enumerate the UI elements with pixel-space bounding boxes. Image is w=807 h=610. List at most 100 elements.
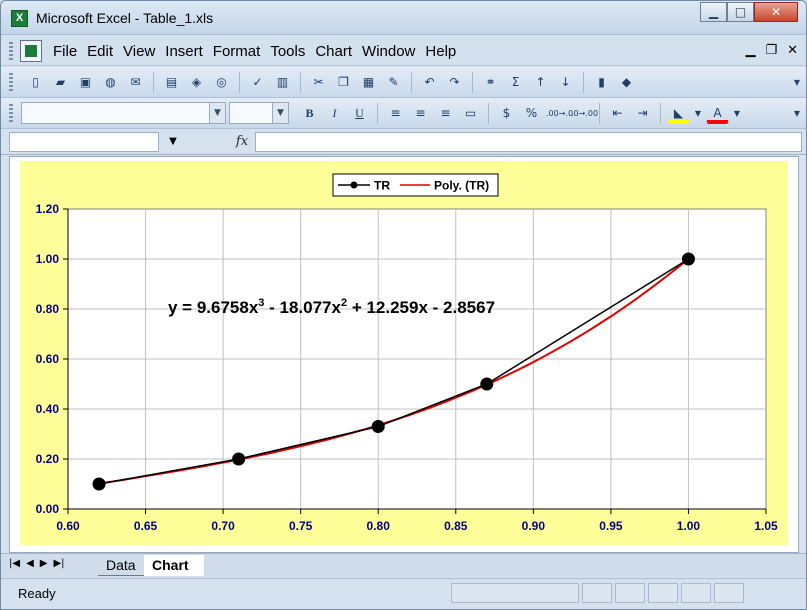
drawing-icon[interactable]: ◆	[616, 72, 637, 93]
trendline-equation[interactable]: y = 9.6758x3 - 18.077x2 + 12.259x - 2.85…	[168, 297, 495, 317]
chevron-down-icon[interactable]: ▼	[693, 103, 703, 124]
last-sheet-button[interactable]: ▶|	[53, 558, 64, 569]
paste-icon[interactable]: ▦	[358, 72, 379, 93]
insert-function-button[interactable]: fx	[229, 132, 255, 152]
excel-window: X Microsoft Excel - Table_1.xls ▁ □ ✕ Fi…	[0, 0, 807, 610]
formula-input[interactable]	[255, 132, 802, 152]
decrease-decimal-button[interactable]: .0→.00	[571, 103, 598, 124]
currency-button[interactable]: $	[496, 103, 517, 124]
chevron-down-icon[interactable]: ▼	[732, 103, 742, 124]
fill-color-icon[interactable]: ◣	[668, 103, 689, 124]
menu-bar: File Edit View Insert Format Tools Chart…	[1, 36, 806, 66]
status-text: Ready	[18, 586, 56, 601]
separator	[411, 72, 412, 93]
close-button[interactable]: ✕	[754, 2, 798, 22]
chevron-down-icon[interactable]: ▼	[209, 103, 225, 123]
status-panels	[451, 583, 744, 603]
print-icon[interactable]: ▤	[161, 72, 182, 93]
status-bar: Ready	[1, 578, 806, 609]
align-left-icon[interactable]: ≡	[385, 103, 406, 124]
toolbar-options-icon[interactable]: ▼	[792, 102, 802, 125]
status-panel	[451, 583, 579, 603]
research-icon[interactable]: ◎	[211, 72, 232, 93]
maximize-button[interactable]: □	[727, 2, 754, 22]
y-tick-label: 0.80	[36, 302, 60, 316]
align-right-icon[interactable]: ≡	[435, 103, 456, 124]
menu-help[interactable]: Help	[425, 43, 456, 60]
spelling-icon[interactable]: ✓	[247, 72, 268, 93]
font-name-select[interactable]: ▼	[21, 102, 226, 124]
next-sheet-button[interactable]: ▶	[40, 558, 48, 569]
formatting-toolbar: ▼ ▼ B I U ≡ ≡ ≡ ▭ $ % .00→.0 .0→.00 ⇤ ⇥ …	[1, 98, 806, 129]
legend[interactable]: TR Poly. (TR)	[332, 173, 499, 197]
chart-area[interactable]: 0.60 0.65 0.70 0.75 0.80 0.85 0.90 0.95 1.00 1.05…	[20, 161, 788, 545]
menu-window[interactable]: Window	[362, 43, 415, 60]
minimize-button[interactable]: ▁	[700, 2, 727, 22]
sort-descending-icon[interactable]: ↓	[555, 72, 576, 93]
menu-insert[interactable]: Insert	[165, 43, 203, 60]
y-tick-label: 0.40	[36, 402, 60, 416]
menu-view[interactable]: View	[123, 43, 155, 60]
cut-icon[interactable]: ✂	[308, 72, 329, 93]
increase-indent-icon[interactable]: ⇥	[632, 103, 653, 124]
save-icon[interactable]: ▣	[75, 72, 96, 93]
increase-decimal-button[interactable]: .00→.0	[546, 103, 573, 124]
x-tick-label: 1.05	[754, 519, 778, 533]
workbook-close-button[interactable]: ✕	[787, 43, 798, 58]
separator	[300, 72, 301, 93]
menu-file[interactable]: File	[53, 43, 77, 60]
formula-bar: ▼ fx	[1, 129, 806, 155]
equation-part: y = 9.6758x	[168, 298, 259, 317]
font-size-select[interactable]: ▼	[229, 102, 289, 124]
chevron-down-icon[interactable]: ▼	[272, 103, 288, 123]
status-panel	[648, 583, 678, 603]
format-painter-icon[interactable]: ✎	[383, 72, 404, 93]
underline-button[interactable]: U	[349, 103, 370, 124]
menu-format[interactable]: Format	[213, 43, 261, 60]
decrease-indent-icon[interactable]: ⇤	[607, 103, 628, 124]
merge-center-icon[interactable]: ▭	[460, 103, 481, 124]
sort-ascending-icon[interactable]: ↑	[530, 72, 551, 93]
previous-sheet-button[interactable]: ◀	[26, 558, 34, 569]
workbook-restore-button[interactable]: ❐	[765, 43, 777, 58]
new-icon[interactable]: ▯	[25, 72, 46, 93]
toolbar-grip[interactable]	[9, 42, 13, 60]
menu-edit[interactable]: Edit	[87, 43, 113, 60]
workbook-minimize-button[interactable]: ▁	[745, 43, 755, 58]
status-panel	[714, 583, 744, 603]
menu-chart[interactable]: Chart	[315, 43, 352, 60]
align-center-icon[interactable]: ≡	[410, 103, 431, 124]
toolbar-grip[interactable]	[9, 73, 13, 92]
data-point	[92, 477, 106, 491]
name-box[interactable]	[9, 132, 159, 152]
chart-wizard-icon[interactable]: ▮	[591, 72, 612, 93]
autosum-icon[interactable]: Σ	[505, 72, 526, 93]
copy-icon[interactable]: ❐	[333, 72, 354, 93]
print-preview-icon[interactable]: ◈	[186, 72, 207, 93]
font-color-button[interactable]: A	[707, 103, 728, 124]
sheet-tab-chart[interactable]: Chart	[144, 555, 204, 576]
open-icon[interactable]: ▰	[50, 72, 71, 93]
bold-button[interactable]: B	[299, 103, 320, 124]
data-point	[232, 452, 246, 466]
excel-app-icon[interactable]: X	[11, 10, 28, 27]
research-book-icon[interactable]: ▥	[272, 72, 293, 93]
sheet-tab-data[interactable]: Data	[98, 555, 144, 576]
toolbar-options-icon[interactable]: ▼	[792, 71, 802, 94]
chevron-down-icon[interactable]: ▼	[159, 132, 187, 152]
percent-button[interactable]: %	[521, 103, 542, 124]
toolbar-grip[interactable]	[9, 104, 13, 123]
email-icon[interactable]: ✉	[125, 72, 146, 93]
workbook-icon[interactable]	[20, 40, 42, 62]
redo-icon[interactable]: ↷	[444, 72, 465, 93]
data-point	[480, 377, 494, 391]
x-tick-label: 0.70	[211, 519, 235, 533]
italic-button[interactable]: I	[324, 103, 345, 124]
menu-tools[interactable]: Tools	[270, 43, 305, 60]
window-title: Microsoft Excel - Table_1.xls	[36, 10, 214, 26]
first-sheet-button[interactable]: |◀	[9, 558, 20, 569]
hyperlink-icon[interactable]: ⚭	[480, 72, 501, 93]
x-tick-label: 0.85	[444, 519, 468, 533]
permission-icon[interactable]: ◍	[100, 72, 121, 93]
undo-icon[interactable]: ↶	[419, 72, 440, 93]
